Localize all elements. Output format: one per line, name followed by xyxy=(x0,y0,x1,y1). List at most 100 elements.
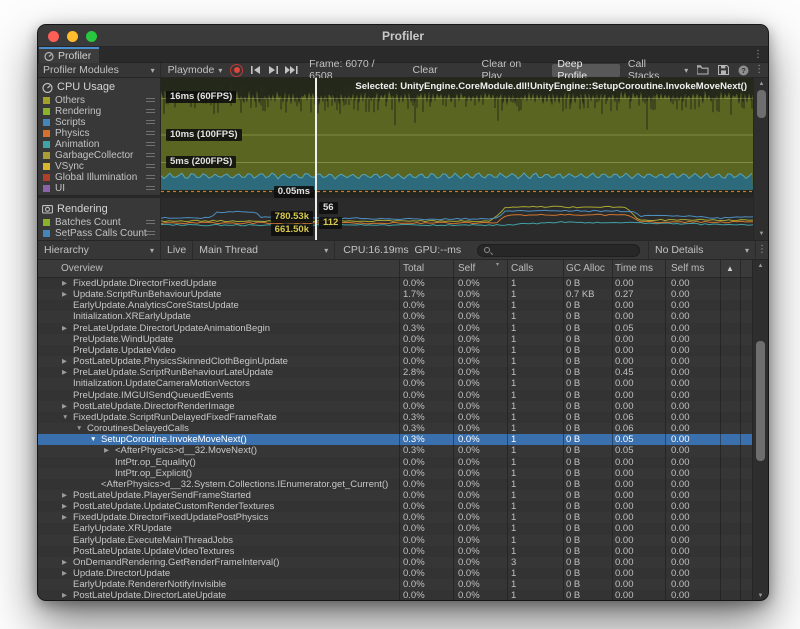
legend-item[interactable]: UI xyxy=(38,183,160,194)
legend-item[interactable]: Physics xyxy=(38,128,160,139)
scrollbar-thumb[interactable] xyxy=(756,341,765,461)
table-row[interactable]: ▶FixedUpdate.DirectorFixedUpdate0.0%0.0%… xyxy=(38,278,754,289)
foldout-arrow-icon[interactable]: ▶ xyxy=(62,323,67,334)
table-row[interactable]: ▶<AfterPhysics>d__32.MoveNext()0.3%0.0%1… xyxy=(38,445,754,456)
clear-button[interactable]: Clear xyxy=(408,63,443,77)
drag-handle-icon[interactable] xyxy=(146,142,155,146)
table-row[interactable]: ▶FixedUpdate.DirectorFixedUpdatePostPhys… xyxy=(38,512,754,523)
table-row[interactable]: EarlyUpdate.XRUpdate0.0%0.0%10 B0.000.00 xyxy=(38,523,754,534)
load-profile-button[interactable] xyxy=(695,64,711,77)
table-row[interactable]: PostLateUpdate.UpdateVideoTextures0.0%0.… xyxy=(38,546,754,557)
drag-handle-icon[interactable] xyxy=(146,186,155,190)
legend-item[interactable]: Scripts xyxy=(38,117,160,128)
table-row[interactable]: IntPtr.op_Explicit()0.0%0.0%10 B0.000.00 xyxy=(38,468,754,479)
save-profile-button[interactable] xyxy=(715,64,731,77)
col-self[interactable]: Self xyxy=(458,260,475,278)
drag-handle-icon[interactable] xyxy=(146,164,155,168)
table-row[interactable]: PreUpdate.WindUpdate0.0%0.0%10 B0.000.00 xyxy=(38,334,754,345)
table-row[interactable]: ▶PostLateUpdate.PhysicsSkinnedClothBegin… xyxy=(38,356,754,367)
next-frame-button[interactable] xyxy=(265,64,281,77)
prev-frame-button[interactable] xyxy=(247,64,263,77)
foldout-arrow-icon[interactable]: ▶ xyxy=(62,557,67,568)
help-button[interactable]: ? xyxy=(735,64,751,77)
table-row[interactable]: IntPtr.op_Equality()0.0%0.0%10 B0.000.00 xyxy=(38,457,754,468)
scrollbar-thumb[interactable] xyxy=(757,90,766,118)
cpu-usage-chart[interactable] xyxy=(161,78,753,194)
details-dropdown[interactable]: No Details▾ xyxy=(648,241,756,259)
drag-handle-icon[interactable] xyxy=(146,153,155,157)
foldout-arrow-icon[interactable]: ▶ xyxy=(62,289,67,300)
table-row[interactable]: PreUpdate.IMGUISendQueuedEvents0.0%0.0%1… xyxy=(38,390,754,401)
foldout-arrow-icon[interactable]: ▶ xyxy=(62,367,67,378)
column-separator[interactable] xyxy=(453,260,454,601)
table-row[interactable]: ▼SetupCoroutine.InvokeMoveNext()0.3%0.0%… xyxy=(38,434,754,445)
table-row[interactable]: ▼FixedUpdate.ScriptRunDelayedFixedFrameR… xyxy=(38,412,754,423)
foldout-arrow-icon[interactable]: ▶ xyxy=(62,590,67,601)
drag-handle-icon[interactable] xyxy=(146,231,155,235)
collapse-all-icon[interactable]: ▲ xyxy=(726,260,734,278)
legend-item[interactable]: Triangles Count xyxy=(38,239,160,240)
call-stacks-dropdown[interactable]: Call Stacks▾ xyxy=(623,63,693,77)
scroll-down-icon[interactable]: ▼ xyxy=(754,230,769,238)
scroll-up-icon[interactable]: ▲ xyxy=(753,262,768,270)
drag-handle-icon[interactable] xyxy=(146,220,155,224)
col-gc-alloc[interactable]: GC Alloc xyxy=(566,260,605,278)
foldout-arrow-icon[interactable]: ▶ xyxy=(62,568,67,579)
rendering-module-header[interactable]: Rendering xyxy=(38,200,160,217)
playmode-dropdown[interactable]: Playmode▾ xyxy=(163,63,228,77)
foldout-arrow-icon[interactable]: ▶ xyxy=(62,512,67,523)
foldout-arrow-icon[interactable]: ▶ xyxy=(62,490,67,501)
foldout-arrow-icon[interactable]: ▶ xyxy=(62,501,67,512)
drag-handle-icon[interactable] xyxy=(146,120,155,124)
column-separator[interactable] xyxy=(720,260,721,601)
table-row[interactable]: Initialization.UpdateCameraMotionVectors… xyxy=(38,378,754,389)
col-time-ms[interactable]: Time ms xyxy=(615,260,653,278)
legend-item[interactable]: Animation xyxy=(38,139,160,150)
rendering-chart[interactable] xyxy=(161,198,753,240)
toolbar-menu-icon[interactable]: ⋮ xyxy=(753,63,765,77)
column-separator[interactable] xyxy=(563,260,564,601)
column-separator[interactable] xyxy=(507,260,508,601)
scroll-down-icon[interactable]: ▼ xyxy=(753,592,768,600)
col-total[interactable]: Total xyxy=(403,260,424,278)
table-row[interactable]: ▶PreLateUpdate.DirectorUpdateAnimationBe… xyxy=(38,323,754,334)
titlebar[interactable]: Profiler xyxy=(38,25,768,47)
column-separator[interactable] xyxy=(740,260,741,601)
col-self-ms[interactable]: Self ms xyxy=(671,260,704,278)
table-row[interactable]: ▶Update.ScriptRunBehaviourUpdate1.7%0.0%… xyxy=(38,289,754,300)
foldout-arrow-icon[interactable]: ▶ xyxy=(62,278,67,289)
legend-item[interactable]: Global Illumination xyxy=(38,172,160,183)
drag-handle-icon[interactable] xyxy=(146,109,155,113)
column-separator[interactable] xyxy=(612,260,613,601)
frame-playhead[interactable] xyxy=(315,78,317,240)
legend-item[interactable]: GarbageCollector xyxy=(38,150,160,161)
foldout-arrow-icon[interactable]: ▶ xyxy=(104,445,109,456)
clear-on-play-button[interactable]: Clear on Play xyxy=(476,63,549,77)
charts-area[interactable]: Selected: UnityEngine.CoreModule.dll!Uni… xyxy=(161,78,753,240)
foldout-arrow-icon[interactable]: ▶ xyxy=(62,356,67,367)
foldout-arrow-icon[interactable]: ▼ xyxy=(76,423,82,434)
col-overview[interactable]: Overview xyxy=(61,260,103,278)
record-button[interactable] xyxy=(230,64,243,77)
tab-profiler[interactable]: Profiler xyxy=(39,47,99,63)
tab-menu-icon[interactable]: ⋮ xyxy=(752,48,764,62)
table-row[interactable]: ▶PreLateUpdate.ScriptRunBehaviourLateUpd… xyxy=(38,367,754,378)
table-row[interactable]: ▶Update.DirectorUpdate0.0%0.0%10 B0.000.… xyxy=(38,568,754,579)
table-scrollbar[interactable]: ▲ ▼ xyxy=(752,260,768,601)
hierarchy-dropdown[interactable]: Hierarchy▾ xyxy=(38,241,161,259)
legend-item[interactable]: SetPass Calls Count xyxy=(38,228,160,239)
table-row[interactable]: ▶PostLateUpdate.DirectorLateUpdate0.0%0.… xyxy=(38,590,754,601)
live-button[interactable]: Live xyxy=(161,241,193,259)
cpu-module-header[interactable]: CPU Usage xyxy=(38,78,160,95)
table-row[interactable]: ▼CoroutinesDelayedCalls0.3%0.0%10 B0.060… xyxy=(38,423,754,434)
legend-item[interactable]: Others xyxy=(38,95,160,106)
foldout-arrow-icon[interactable]: ▼ xyxy=(62,412,68,423)
table-row[interactable]: <AfterPhysics>d__32.System.Collections.I… xyxy=(38,479,754,490)
current-frame-button[interactable] xyxy=(283,64,299,77)
legend-item[interactable]: Rendering xyxy=(38,106,160,117)
table-row[interactable]: EarlyUpdate.ExecuteMainThreadJobs0.0%0.0… xyxy=(38,535,754,546)
chart-scrollbar[interactable]: ▲ ▼ xyxy=(753,78,769,240)
scroll-up-icon[interactable]: ▲ xyxy=(754,80,769,88)
drag-handle-icon[interactable] xyxy=(146,175,155,179)
table-row[interactable]: EarlyUpdate.RendererNotifyInvisible0.0%0… xyxy=(38,579,754,590)
